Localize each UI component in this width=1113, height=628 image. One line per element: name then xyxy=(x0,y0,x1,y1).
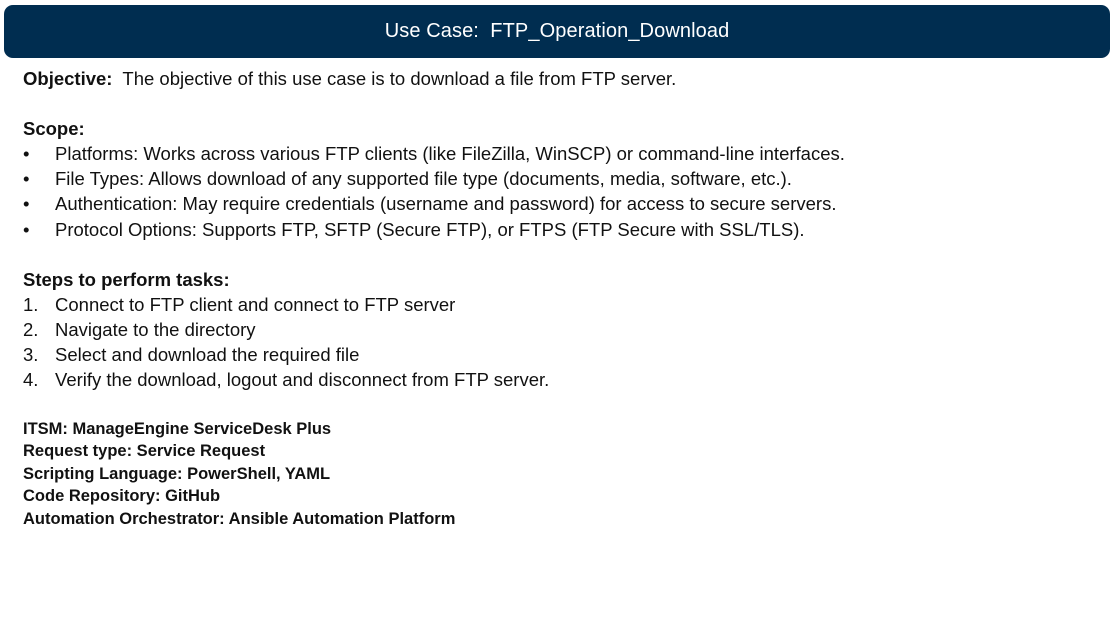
title-banner: Use Case: FTP_Operation_Download xyxy=(4,5,1110,58)
scope-list: • Platforms: Works across various FTP cli… xyxy=(23,141,1093,242)
step-number: 1. xyxy=(23,293,39,315)
title-prefix: Use Case: xyxy=(384,20,479,42)
bullet-icon: • xyxy=(23,168,30,190)
objective-paragraph: Objective: The objective of this use cas… xyxy=(23,66,1093,91)
step-text: Navigate to the directory xyxy=(55,319,256,341)
scope-heading: Scope: xyxy=(23,118,85,139)
step-item: 1. Connect to FTP client and connect to F… xyxy=(23,292,1093,317)
bullet-icon: • xyxy=(23,143,30,164)
scope-item: • File Types: Allows download of any supp… xyxy=(23,166,1093,191)
itsm-line: ITSM: ManageEngine ServiceDesk Plus xyxy=(23,419,332,438)
scope-item: • Authentication: May require credentials… xyxy=(23,191,1093,216)
objective-label: Objective: xyxy=(23,68,113,89)
step-text: Verify the download, logout and disconne… xyxy=(55,369,550,391)
scope-item-text: Authentication: May require credentials … xyxy=(55,193,837,215)
scope-item-text: File Types: Allows download of any suppo… xyxy=(55,168,792,190)
step-item: 2. Navigate to the directory xyxy=(23,317,1093,342)
scope-item-text: Protocol Options: Supports FTP, SFTP (Se… xyxy=(55,218,805,240)
scripting-language-line: Scripting Language: PowerShell, YAML xyxy=(23,464,331,483)
step-text: Connect to FTP client and connect to FTP… xyxy=(55,293,456,315)
step-number: 2. xyxy=(23,319,39,341)
steps-heading: Steps to perform tasks: xyxy=(23,268,230,290)
metadata-block: ITSM: ManageEngine ServiceDesk Plus Requ… xyxy=(23,418,1093,531)
bullet-icon: • xyxy=(23,193,30,215)
step-item: 3. Select and download the required file xyxy=(23,342,1093,367)
page-title: Use Case: FTP_Operation_Download xyxy=(385,20,730,43)
request-type-line: Request type: Service Request xyxy=(23,442,266,461)
scope-item-text: Platforms: Works across various FTP clie… xyxy=(55,143,845,164)
orchestrator-line: Automation Orchestrator: Ansible Automat… xyxy=(23,509,456,528)
bullet-icon: • xyxy=(23,218,30,240)
scope-item: • Protocol Options: Supports FTP, SFTP (S… xyxy=(23,217,1093,242)
steps-list: 1. Connect to FTP client and connect to F… xyxy=(23,292,1093,393)
title-use-case-name: FTP_Operation_Download xyxy=(490,20,730,42)
step-text: Select and download the required file xyxy=(55,344,360,366)
step-number: 4. xyxy=(23,369,39,391)
step-item: 4. Verify the download, logout and discon… xyxy=(23,367,1093,392)
step-number: 3. xyxy=(23,344,39,366)
objective-text: The objective of this use case is to dow… xyxy=(122,68,677,89)
scope-item: • Platforms: Works across various FTP cli… xyxy=(23,141,1093,166)
code-repository-line: Code Repository: GitHub xyxy=(23,487,221,506)
document-body: Objective: The objective of this use cas… xyxy=(23,66,1093,530)
